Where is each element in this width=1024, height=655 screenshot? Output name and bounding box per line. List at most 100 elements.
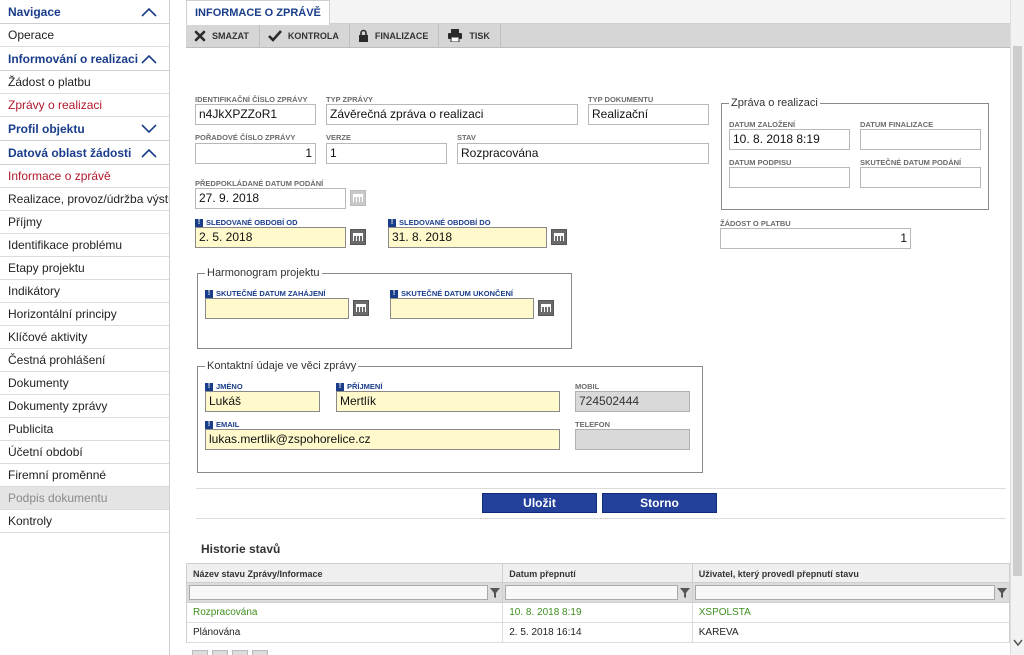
storno-button[interactable]: Storno [602, 493, 717, 513]
jmeno-field[interactable]: Lukáš [205, 391, 320, 412]
filter-funnel-icon[interactable] [997, 587, 1008, 598]
calendar-icon[interactable] [551, 229, 567, 245]
sidebar-item-informace-o-zprave[interactable]: Informace o zprávě [0, 165, 169, 188]
filter-input[interactable] [189, 585, 489, 600]
typ-dokumentu-field[interactable]: Realizační [588, 104, 709, 125]
divider [196, 518, 1006, 519]
skutecne-datum-zahajeni-field[interactable] [205, 298, 349, 319]
chevron-down-icon[interactable] [1013, 639, 1023, 647]
sidebar-section-navigace[interactable]: Navigace [0, 0, 169, 24]
required-icon: ! [205, 289, 213, 298]
sidebar-section-title: Datová oblast žádosti [8, 145, 132, 160]
predpokladane-datum-field[interactable]: 27. 9. 2018 [195, 188, 346, 209]
table-cell-datum: 10. 8. 2018 8:19 [503, 603, 693, 622]
required-icon: ! [195, 218, 203, 227]
kontrola-label: KONTROLA [287, 30, 339, 41]
sidebar-item-etapy-projektu[interactable]: Etapy projektu [0, 257, 169, 280]
table-cell-stav: Plánována [187, 623, 504, 642]
skutecne-datum-podani-field[interactable] [860, 167, 981, 188]
sidebar-item-kontroly[interactable]: Kontroly [0, 510, 169, 533]
filter-cell [187, 583, 504, 602]
sidebar-section-datova-oblast[interactable]: Datová oblast žádosti [0, 141, 169, 165]
smazat-label: SMAZAT [212, 30, 249, 41]
chevron-down-icon[interactable] [141, 123, 157, 134]
filter-cell [693, 583, 1009, 602]
chevron-up-icon[interactable] [141, 54, 157, 64]
filter-input[interactable] [505, 585, 678, 600]
filter-funnel-icon[interactable] [679, 587, 690, 598]
email-label: ! EMAIL [205, 420, 239, 429]
chevron-up-icon[interactable] [141, 7, 157, 17]
pager-first-button[interactable] [192, 650, 208, 655]
column-header-nazev-stavu[interactable]: Název stavu Zprávy/Informace [187, 564, 504, 582]
sidebar-item-podpis-dokumentu: Podpis dokumentu [0, 487, 169, 510]
main-panel: INFORMACE O ZPRÁVĚ SMAZAT KONTROLA FINAL… [186, 0, 1010, 655]
table-row[interactable]: Plánována 2. 5. 2018 16:14 KAREVA [186, 623, 1010, 643]
table-cell-uzivatel: XSPOLSTA [698, 607, 751, 618]
pager [192, 650, 268, 655]
zahajeni-label-text: SKUTEČNÉ DATUM ZAHÁJENÍ [216, 289, 326, 298]
datum-finalizace-field[interactable] [860, 129, 981, 150]
vertical-scrollbar[interactable] [1010, 0, 1024, 655]
calendar-icon[interactable] [538, 300, 554, 316]
sidebar-item-klicove-aktivity[interactable]: Klíčové aktivity [0, 326, 169, 349]
datum-podpisu-field[interactable] [729, 167, 850, 188]
skutecne-datum-ukonceni-field[interactable] [390, 298, 534, 319]
required-icon: ! [205, 420, 213, 429]
sidebar-item-identifikace-problemu[interactable]: Identifikace problému [0, 234, 169, 257]
tisk-button[interactable]: TISK [439, 23, 501, 48]
calendar-icon[interactable] [350, 229, 366, 245]
poradove-cislo-field[interactable]: 1 [195, 143, 316, 164]
ukonceni-label: ! SKUTEČNÉ DATUM UKONČENÍ [390, 289, 513, 298]
zadost-o-platbu-field[interactable]: 1 [720, 228, 911, 249]
sidebar-item-dokumenty[interactable]: Dokumenty [0, 372, 169, 395]
sidebar-item-ucetni-obdobi[interactable]: Účetní období [0, 441, 169, 464]
required-icon: ! [205, 382, 213, 391]
verze-field[interactable]: 1 [326, 143, 447, 164]
required-icon: ! [388, 218, 396, 227]
table-cell-stav: Rozpracována [187, 603, 504, 622]
prijmeni-field[interactable]: Mertlík [336, 391, 560, 412]
filter-input[interactable] [694, 585, 996, 600]
chevron-up-icon[interactable] [141, 148, 157, 158]
email-field[interactable]: lukas.mertlik@zspohorelice.cz [205, 429, 560, 450]
sidebar-item-cestna-prohlaseni[interactable]: Čestná prohlášení [0, 349, 169, 372]
sidebar-section-profil-objektu[interactable]: Profil objektu [0, 117, 169, 141]
calendar-icon[interactable] [353, 300, 369, 316]
id-zpravy-field[interactable]: n4JkXPZZoR1 [195, 104, 316, 125]
column-header-uzivatel[interactable]: Uživatel, který provedl přepnutí stavu [693, 564, 1009, 582]
sidebar-item-operace[interactable]: Operace [0, 24, 169, 47]
typ-zpravy-field[interactable]: Závěrečná zpráva o realizaci [326, 104, 578, 125]
sidebar-item-firemni-promenne[interactable]: Firemní proměnné [0, 464, 169, 487]
sidebar-item-zadost-o-platbu[interactable]: Žádost o platbu [0, 71, 169, 94]
sledovane-do-label-text: SLEDOVANÉ OBDOBÍ DO [399, 218, 491, 227]
pager-next-button[interactable] [232, 650, 248, 655]
smazat-button[interactable]: SMAZAT [186, 23, 260, 48]
sidebar: Navigace Operace Informování o realizaci… [0, 0, 170, 655]
tab-informace-o-zprave[interactable]: INFORMACE O ZPRÁVĚ [186, 0, 330, 25]
sidebar-item-dokumenty-zpravy[interactable]: Dokumenty zprávy [0, 395, 169, 418]
filter-funnel-icon[interactable] [490, 587, 501, 598]
sidebar-item-prijmy[interactable]: Příjmy [0, 211, 169, 234]
sledovane-do-field[interactable]: 31. 8. 2018 [388, 227, 547, 248]
table-row[interactable]: Rozpracována 10. 8. 2018 8:19 XSPOLSTA [186, 603, 1010, 623]
sledovane-od-field[interactable]: 2. 5. 2018 [195, 227, 346, 248]
sidebar-item-realizace[interactable]: Realizace, provoz/údržba výstupu [0, 188, 169, 211]
sidebar-section-title: Informování o realizaci [8, 51, 139, 66]
finalizace-button[interactable]: FINALIZACE [350, 23, 440, 48]
stav-field[interactable]: Rozpracována [457, 143, 709, 164]
pager-prev-button[interactable] [212, 650, 228, 655]
sidebar-section-informovani[interactable]: Informování o realizaci [0, 47, 169, 71]
sidebar-item-zpravy-o-realizaci[interactable]: Zprávy o realizaci [0, 94, 169, 117]
table-cell-datum: 2. 5. 2018 16:14 [503, 623, 693, 642]
sidebar-item-publicita[interactable]: Publicita [0, 418, 169, 441]
historie-stavu-title: Historie stavů [201, 542, 281, 556]
scrollbar-thumb[interactable] [1013, 46, 1022, 576]
pager-last-button[interactable] [252, 650, 268, 655]
datum-zalozeni-field[interactable]: 10. 8. 2018 8:19 [729, 129, 850, 150]
ulozit-button[interactable]: Uložit [482, 493, 597, 513]
column-header-datum-prepnuti[interactable]: Datum přepnutí [503, 564, 693, 582]
kontrola-button[interactable]: KONTROLA [260, 23, 350, 48]
sidebar-item-indikatory[interactable]: Indikátory [0, 280, 169, 303]
sidebar-item-horizontalni-principy[interactable]: Horizontální principy [0, 303, 169, 326]
